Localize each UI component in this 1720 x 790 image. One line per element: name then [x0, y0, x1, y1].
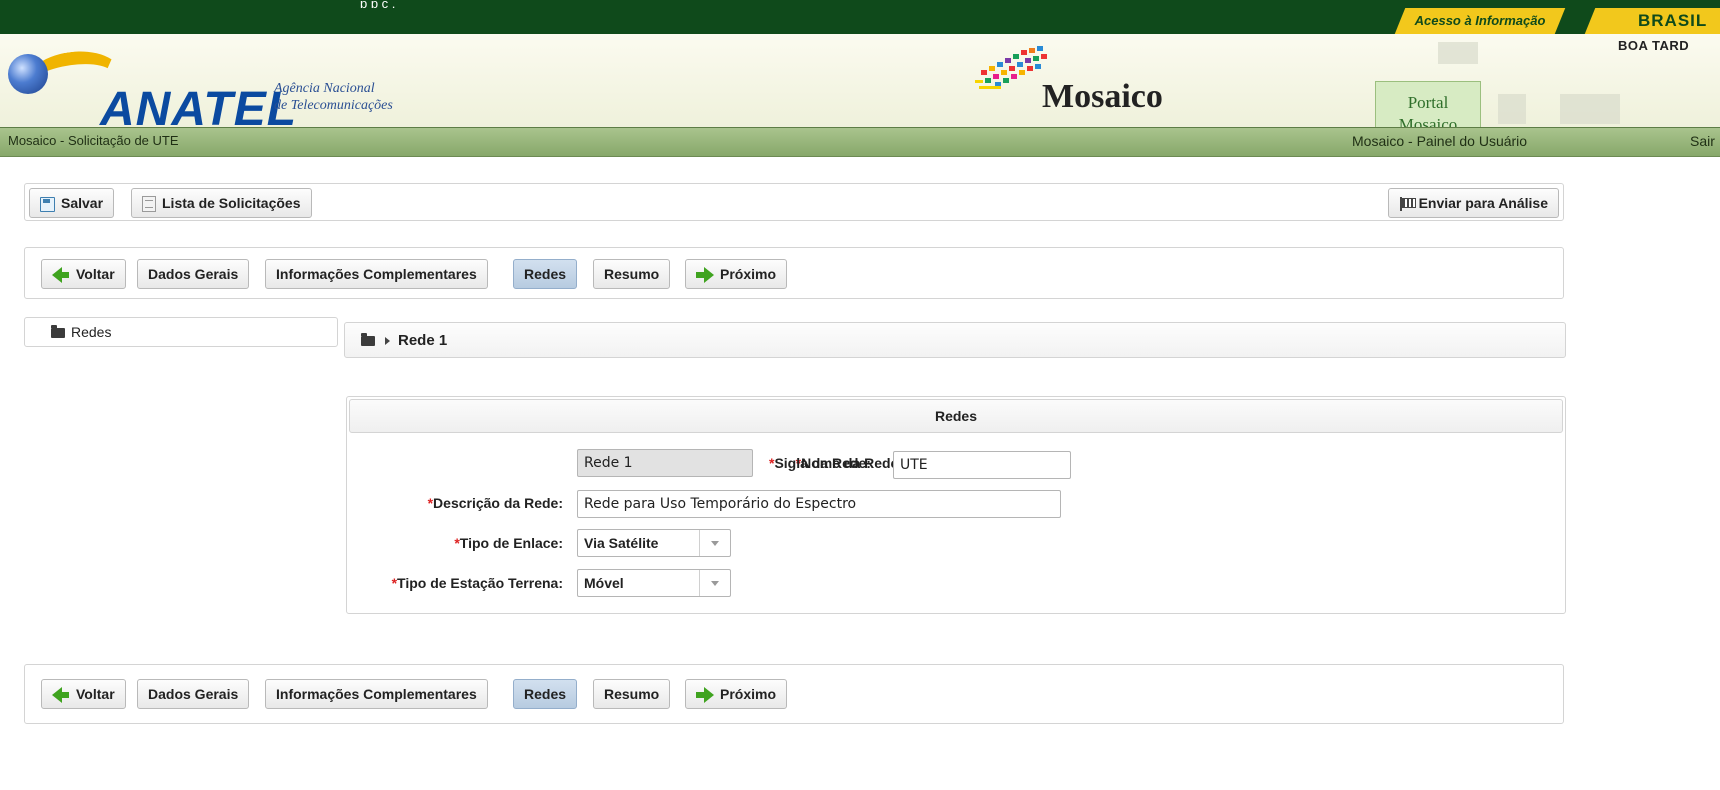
agency-line-1: Agência Nacional: [274, 81, 375, 96]
tipo-enlace-value: Via Satélite: [584, 535, 659, 551]
acesso-informacao-link[interactable]: Acesso à Informação: [1394, 8, 1566, 34]
sair-link[interactable]: Sair: [1690, 133, 1715, 149]
agency-name: Agência Nacional de Telecomunicações: [274, 80, 393, 114]
anatel-logo-globe: [8, 54, 48, 94]
arrow-right-icon: [696, 267, 714, 284]
breadcrumb-bar: Mosaico - Solicitação de UTE Mosaico - P…: [0, 127, 1720, 157]
tab-informacoes-complementares-bottom[interactable]: Informações Complementares: [265, 679, 488, 709]
chevron-down-icon[interactable]: [699, 530, 730, 556]
greeting-text: BOA TARD: [1618, 38, 1690, 53]
tipo-enlace-text: Tipo de Enlace:: [459, 535, 563, 551]
node-path: Rede 1: [361, 332, 447, 349]
step-nav-top: Voltar Dados Gerais Informações Compleme…: [24, 247, 1564, 299]
folder-open-icon: [361, 333, 375, 347]
step-nav-bottom: Voltar Dados Gerais Informações Compleme…: [24, 664, 1564, 724]
next-button-bottom[interactable]: Próximo: [685, 679, 788, 709]
tree-panel: Redes: [24, 317, 338, 347]
list-icon: [142, 196, 156, 213]
back-button-bottom[interactable]: Voltar: [41, 679, 126, 709]
next-label: Próximo: [720, 266, 777, 282]
back-label: Voltar: [76, 266, 115, 282]
sigla-rede-text: Sigla da Rede:: [774, 455, 871, 471]
decor-pattern: [1498, 94, 1526, 124]
nome-rede-field[interactable]: Rede 1: [577, 449, 753, 477]
descricao-rede-label: *Descrição da Rede:: [428, 495, 563, 511]
portal-tab-line-1: Portal: [1407, 93, 1449, 112]
request-list-button[interactable]: Lista de Solicitações: [131, 188, 312, 218]
descricao-rede-text: Descrição da Rede:: [433, 495, 563, 511]
redes-form: Redes *Nome da Rede: Rede 1 *Sigla da Re…: [346, 396, 1566, 614]
send-label: Enviar para Análise: [1418, 195, 1548, 211]
back-label: Voltar: [76, 686, 115, 702]
mosaico-logo-text: Mosaico: [1042, 78, 1163, 115]
sigla-rede-field[interactable]: UTE: [893, 451, 1071, 479]
tab-redes[interactable]: Redes: [513, 259, 578, 289]
painel-usuario-link[interactable]: Mosaico - Painel do Usuário: [1352, 133, 1527, 149]
tree-root-redes[interactable]: Redes: [51, 324, 111, 340]
back-button[interactable]: Voltar: [41, 259, 126, 289]
tab-informacoes-complementares[interactable]: Informações Complementares: [265, 259, 488, 289]
tab-dados-gerais[interactable]: Dados Gerais: [137, 259, 250, 289]
tipo-estacao-value: Móvel: [584, 575, 624, 591]
send-for-analysis-button[interactable]: Enviar para Análise: [1387, 188, 1559, 218]
tipo-estacao-label: *Tipo de Estação Terrena:: [392, 575, 563, 591]
acesso-label: Acesso à Informação: [1414, 13, 1546, 28]
next-button[interactable]: Próximo: [685, 259, 788, 289]
tab-resumo[interactable]: Resumo: [593, 259, 671, 289]
brasil-link[interactable]: BRASIL: [1584, 8, 1720, 34]
descricao-rede-field[interactable]: Rede para Uso Temporário do Espectro: [577, 490, 1061, 518]
sigla-rede-label: *Sigla da Rede:: [769, 455, 871, 471]
tab-dados-gerais-bottom[interactable]: Dados Gerais: [137, 679, 250, 709]
node-title[interactable]: Rede 1: [398, 332, 447, 349]
action-toolbar: Salvar Lista de Solicitações Enviar para…: [24, 183, 1564, 221]
tipo-enlace-select[interactable]: Via Satélite: [577, 529, 731, 557]
flag-icon: [1399, 197, 1416, 212]
chevron-down-icon[interactable]: [699, 570, 730, 596]
arrow-right-icon: [696, 687, 714, 704]
save-icon: [40, 196, 55, 212]
tipo-enlace-label: *Tipo de Enlace:: [454, 535, 563, 551]
next-label: Próximo: [720, 686, 777, 702]
save-button[interactable]: Salvar: [29, 188, 115, 218]
request-list-label: Lista de Solicitações: [162, 195, 301, 211]
node-header: Rede 1: [344, 322, 1566, 358]
gov-top-bar: p p ç , Acesso à Informação BRASIL: [0, 0, 1720, 34]
tab-redes-bottom[interactable]: Redes: [513, 679, 578, 709]
tab-resumo-bottom[interactable]: Resumo: [593, 679, 671, 709]
cut-text: p p ç ,: [360, 0, 396, 8]
caret-right-icon: [385, 337, 390, 346]
decor-pattern: [1560, 94, 1620, 124]
brasil-label: BRASIL: [1638, 11, 1708, 30]
agency-line-2: de Telecomunicações: [274, 98, 393, 113]
arrow-left-icon: [52, 687, 70, 704]
breadcrumb: Mosaico - Solicitação de UTE: [8, 133, 179, 148]
tree-root-label: Redes: [71, 324, 112, 340]
arrow-left-icon: [52, 267, 70, 284]
save-label: Salvar: [61, 195, 104, 211]
decor-pattern: [1438, 42, 1478, 64]
tipo-estacao-text: Tipo de Estação Terrena:: [397, 575, 563, 591]
form-title: Redes: [349, 399, 1563, 433]
folder-open-icon: [51, 325, 65, 339]
tipo-estacao-select[interactable]: Móvel: [577, 569, 731, 597]
